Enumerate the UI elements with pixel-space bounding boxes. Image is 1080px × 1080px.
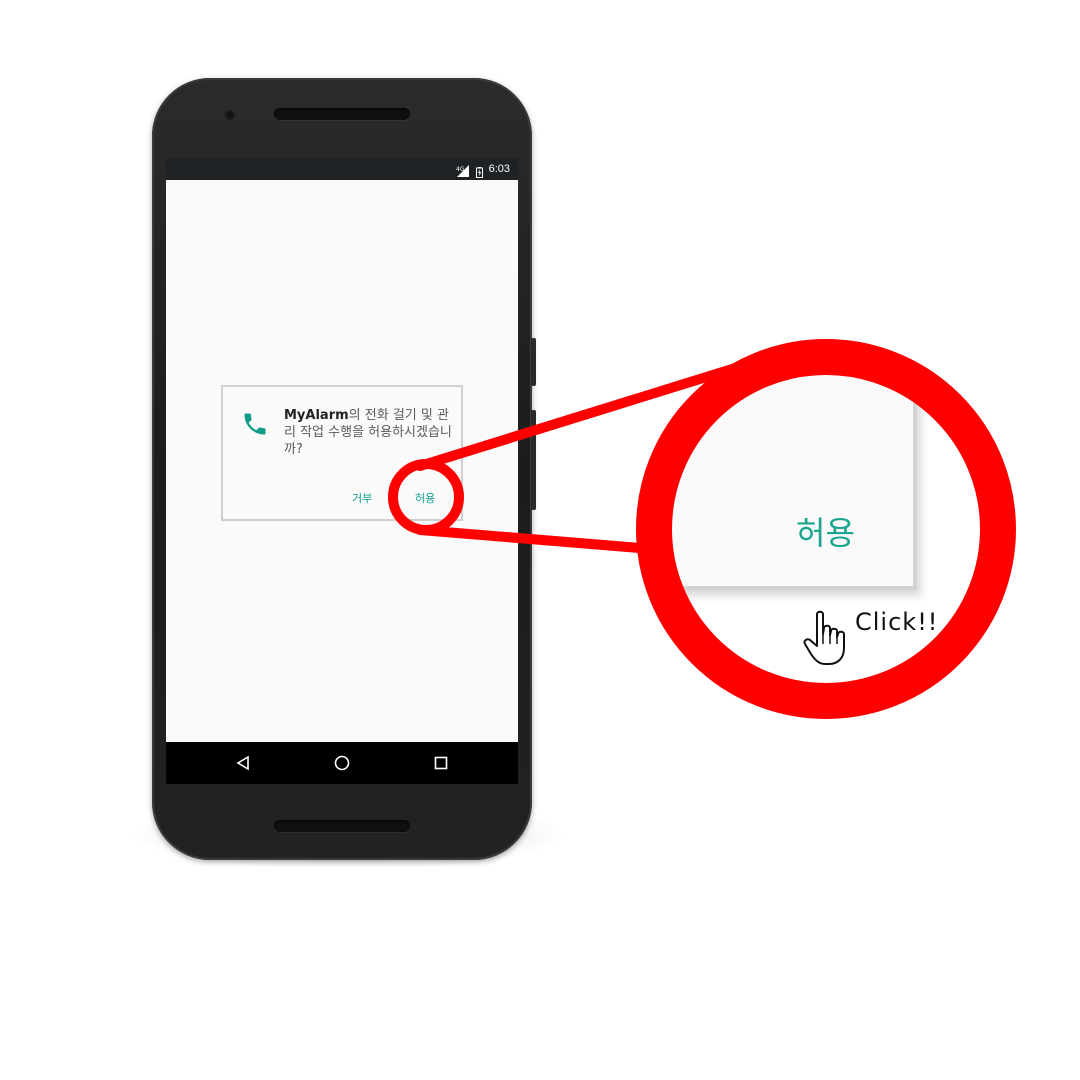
status-time: 6:03	[488, 163, 510, 175]
signal-icon: 4G	[456, 163, 470, 177]
status-bar: 4G 6:03	[166, 158, 518, 180]
svg-text:4G: 4G	[456, 166, 465, 173]
dialog-app-name: MyAlarm	[284, 408, 349, 423]
deny-button[interactable]: 거부	[352, 490, 372, 506]
click-label: Click!!	[855, 608, 939, 636]
magnifier-view: 부 허용 Click!!	[637, 340, 1017, 720]
bottom-speaker	[274, 820, 410, 832]
magnified-deny-label: 부	[637, 514, 661, 552]
permission-dialog: MyAlarm의 전화 걸기 및 관리 작업 수행을 허용하시겠습니까? 거부 …	[221, 385, 463, 521]
earpiece-speaker	[274, 108, 410, 120]
magnified-dialog	[637, 340, 917, 590]
magnified-allow-label: 허용	[796, 514, 855, 552]
recent-apps-icon[interactable]	[421, 742, 461, 784]
home-icon[interactable]	[322, 742, 362, 784]
navigation-bar	[166, 742, 518, 784]
back-icon[interactable]	[223, 742, 263, 784]
allow-button[interactable]: 허용	[415, 490, 435, 506]
volume-button	[531, 410, 536, 510]
front-camera	[225, 110, 235, 120]
power-button	[531, 338, 536, 386]
pointer-hand-icon	[803, 610, 847, 666]
phone-icon	[241, 410, 269, 438]
phone-screen: 4G 6:03 MyAlarm의 전화 걸기 및 관리 작업 수행을 허용하시겠…	[166, 158, 518, 784]
dialog-message: MyAlarm의 전화 걸기 및 관리 작업 수행을 허용하시겠습니까?	[284, 407, 456, 458]
battery-icon	[475, 164, 483, 178]
